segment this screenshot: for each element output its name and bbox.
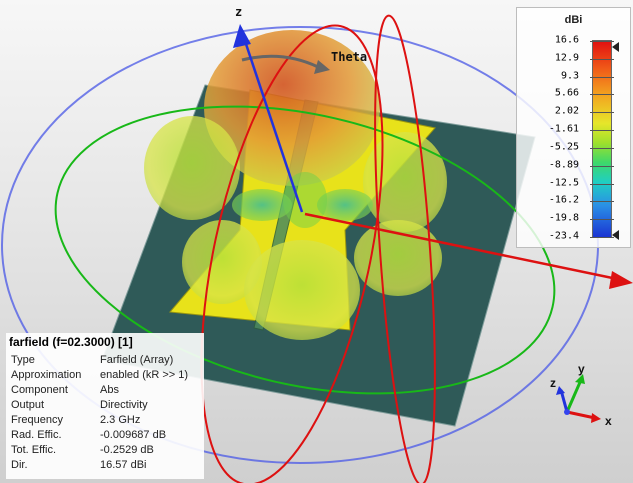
info-row: Dir. 16.57 dBi	[11, 458, 188, 473]
info-row: Frequency 2.3 GHz	[11, 413, 188, 428]
info-key: Approximation	[11, 369, 82, 381]
info-row: Approximation enabled (kR >> 1)	[11, 368, 188, 383]
info-key: Tot. Effic.	[11, 444, 57, 456]
triad-z-arrowhead	[556, 386, 565, 395]
colorbar-tick-label: 9.3	[560, 70, 579, 82]
colorbar-min-marker-icon[interactable]	[612, 230, 619, 240]
colorbar-tick-mark	[590, 76, 614, 78]
info-row: Rad. Effic. -0.009687 dB	[11, 428, 188, 443]
colorbar-tick-label: -5.25	[548, 141, 579, 153]
colorbar-tick-mark	[590, 237, 614, 238]
colorbar-tick-mark	[590, 219, 614, 221]
info-key: Type	[11, 354, 35, 366]
colorbar-tick-mark	[590, 165, 614, 167]
minor-lobe-1	[232, 189, 292, 221]
info-row: Type Farfield (Array)	[11, 353, 188, 368]
info-row: Tot. Effic. -0.2529 dB	[11, 443, 188, 458]
info-key: Frequency	[11, 414, 63, 426]
info-title: farfield (f=02.3000) [1]	[9, 335, 133, 349]
side-lobe-bottom	[244, 240, 360, 340]
triad-y-axis	[565, 379, 583, 413]
colorbar-tick-label: -1.61	[548, 123, 579, 135]
colorbar-legend: dBi 16.6 12.9 9.3 5.66 2.02 -1.61 -5.25 -8.89 -1…	[516, 7, 631, 248]
info-value: 2.3 GHz	[100, 414, 141, 426]
colorbar-tick-label: 5.66	[554, 87, 579, 99]
triad-origin	[564, 409, 570, 415]
info-table: Type Farfield (Array) Approximation enabled…	[11, 353, 188, 473]
side-lobe-left	[144, 116, 240, 220]
colorbar-max-marker-icon[interactable]	[612, 42, 619, 52]
colorbar-tick-label: -8.89	[548, 159, 579, 171]
farfield-3d-viewport[interactable]: z Theta dBi 16.6 12.9 9.3 5.66 2.02 -1.61 -5.2…	[0, 0, 633, 483]
farfield-info-panel: farfield (f=02.3000) [1] Type Farfield (A…	[6, 333, 204, 479]
colorbar-tick-mark	[590, 58, 614, 60]
triad-x-axis	[566, 410, 596, 420]
x-axis-arrowhead	[609, 271, 633, 289]
colorbar-tick-label: 2.02	[554, 105, 579, 117]
colorbar-tick-label: -23.4	[548, 230, 579, 242]
colorbar-gradient	[590, 40, 614, 238]
info-value: 16.57 dBi	[100, 459, 147, 471]
colorbar-tick-mark	[590, 112, 614, 114]
colorbar-tick-label: -12.5	[548, 177, 579, 189]
colorbar-tick-mark	[590, 94, 614, 96]
info-value: -0.009687 dB	[100, 429, 167, 441]
triad-y-label: y	[578, 362, 585, 376]
triad-x-label: x	[605, 414, 612, 428]
triad-x-arrowhead	[591, 413, 601, 423]
info-value: Farfield (Array)	[100, 354, 174, 366]
theta-label: Theta	[331, 50, 368, 64]
z-axis-arrowhead	[233, 24, 251, 48]
info-key: Dir.	[11, 459, 28, 471]
z-axis-label: z	[235, 5, 243, 19]
colorbar-tick-label: 12.9	[554, 52, 579, 64]
info-value: Directivity	[100, 399, 148, 411]
colorbar-unit-label: dBi	[564, 14, 583, 26]
info-value: -0.2529 dB	[100, 444, 154, 456]
colorbar-tick-label: -19.8	[548, 212, 579, 224]
colorbar-tick-label: -16.2	[548, 194, 579, 206]
colorbar-tick-label: 16.6	[554, 34, 579, 46]
colorbar-tick-mark	[590, 183, 614, 185]
axis-triad: y z x	[550, 362, 612, 428]
info-value: enabled (kR >> 1)	[100, 369, 189, 381]
info-row: Output Directivity	[11, 398, 188, 413]
colorbar-ticks: 16.6 12.9 9.3 5.66 2.02 -1.61 -5.25 -8.89 -12.5 -…	[523, 35, 583, 242]
triad-z-label: z	[550, 376, 556, 390]
minor-lobe-3	[283, 172, 327, 228]
info-key: Rad. Effic.	[11, 429, 62, 441]
colorbar-tick-mark	[590, 147, 614, 149]
info-key: Output	[11, 399, 45, 411]
colorbar-tick-mark	[590, 41, 614, 42]
info-row: Component Abs	[11, 383, 188, 398]
colorbar-tick-mark	[590, 130, 614, 132]
info-key: Component	[11, 384, 68, 396]
info-value: Abs	[100, 384, 119, 396]
colorbar-tick-mark	[590, 201, 614, 203]
